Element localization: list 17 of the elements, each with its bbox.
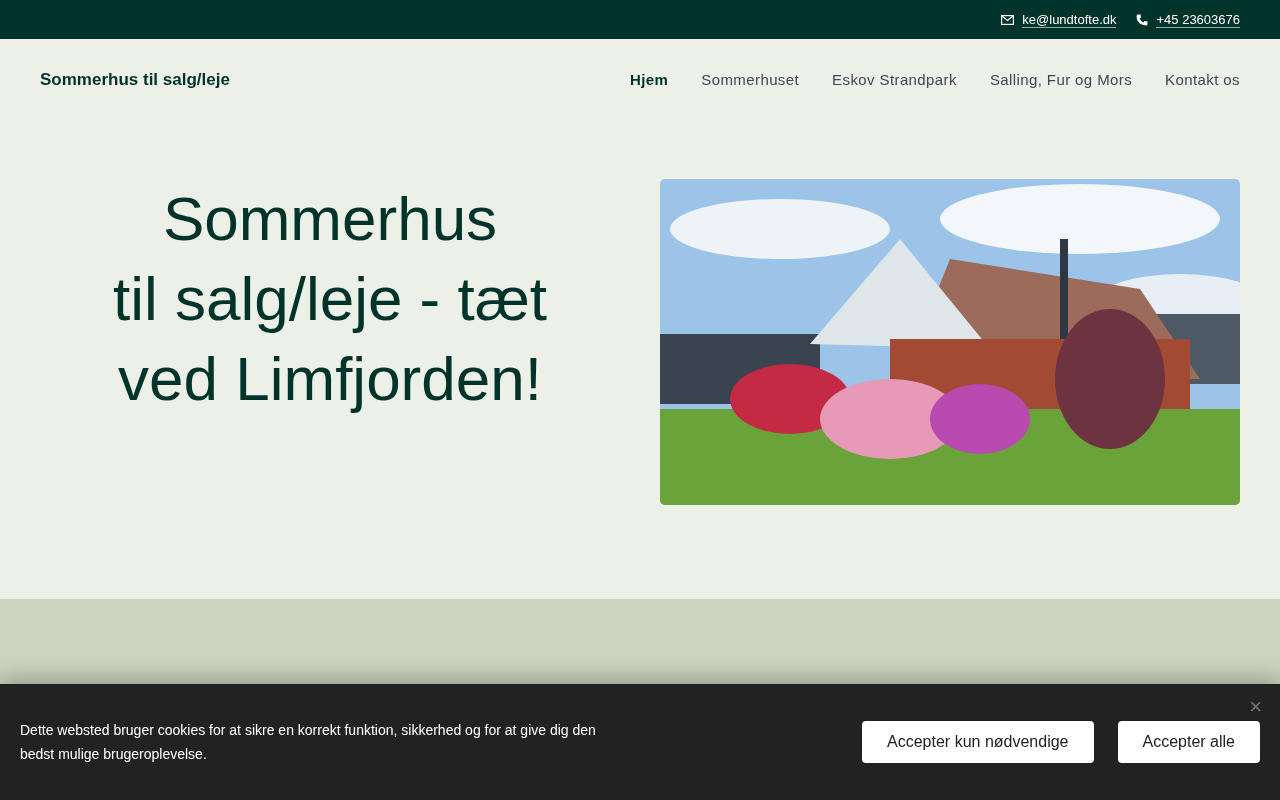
accept-button[interactable]: Accepter kun nødvendige bbox=[862, 721, 1094, 763]
phone-link[interactable]: +45 23603676 bbox=[1156, 11, 1240, 28]
phone-icon bbox=[1136, 13, 1149, 26]
nav-link[interactable]: Hjem bbox=[630, 71, 669, 88]
mail-icon bbox=[1001, 14, 1015, 25]
site-logo[interactable]: Sommerhus til salg/leje bbox=[40, 69, 230, 90]
close-button[interactable]: × bbox=[1249, 694, 1262, 720]
hero-title-line: Sommerhus bbox=[162, 183, 498, 255]
hero-title-line: til salg/leje - tæt bbox=[112, 263, 548, 335]
nav-link[interactable]: Salling, Fur og Mors bbox=[989, 71, 1133, 88]
hero-title-line: ved Limfjorden! bbox=[118, 343, 542, 415]
email-link[interactable]: ke@lundtofte.dk bbox=[1022, 11, 1117, 28]
nav-link[interactable]: Kontakt os bbox=[1165, 71, 1240, 88]
nav-link[interactable]: Eskov Strandpark bbox=[832, 71, 957, 88]
nav-link[interactable]: Sommerhuset bbox=[701, 71, 800, 88]
cookie-text: Dette websted bruger cookies for at sikre en korrekt funktion, sikkerhed og for at give dig den bedst mulige brugeroplevelse. bbox=[20, 721, 597, 764]
accept-button[interactable]: Accepter alle bbox=[1117, 721, 1260, 763]
